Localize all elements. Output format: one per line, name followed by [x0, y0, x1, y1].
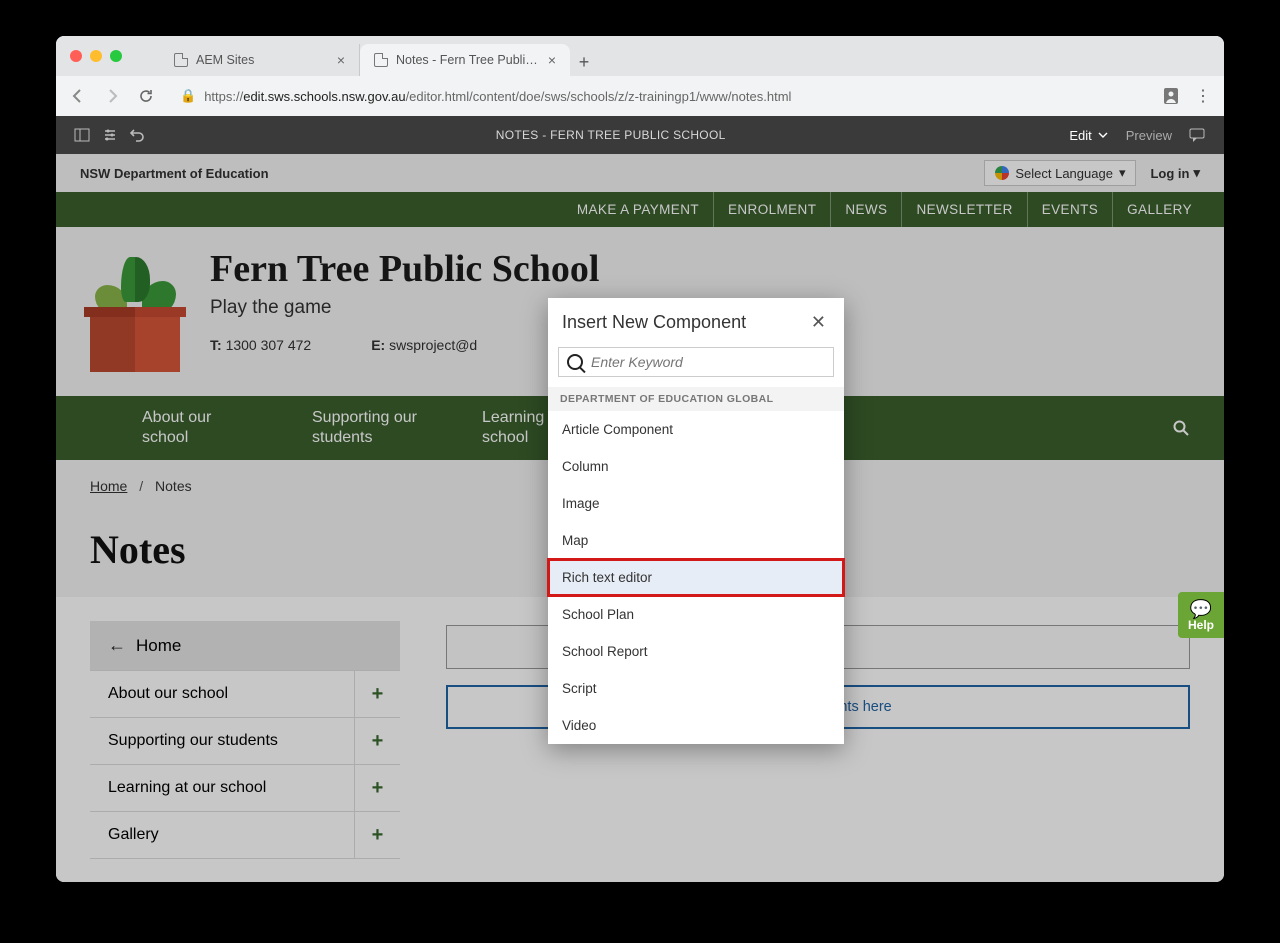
dept-label: NSW Department of Education — [80, 166, 269, 181]
maximize-window-icon[interactable] — [110, 50, 122, 62]
component-option[interactable]: School Report — [548, 633, 844, 670]
hero-text: Fern Tree Public School Play the game T:… — [210, 247, 599, 353]
annotate-icon[interactable] — [1184, 127, 1212, 143]
back-button[interactable] — [66, 84, 90, 108]
main-nav-item[interactable]: About our school — [116, 396, 286, 460]
language-selector[interactable]: Select Language▾ — [984, 160, 1136, 186]
top-nav-item[interactable]: NEWSLETTER — [901, 192, 1026, 227]
minimize-window-icon[interactable] — [90, 50, 102, 62]
tab-label: Notes - Fern Tree Public Schoo — [396, 53, 540, 67]
search-icon — [567, 354, 583, 370]
component-option[interactable]: Rich text editor — [548, 559, 844, 596]
browser-tabs: AEM Sites × Notes - Fern Tree Public Sch… — [160, 36, 598, 76]
edit-mode-dropdown[interactable]: Edit — [1069, 128, 1107, 143]
side-nav-item: Gallery+ — [90, 812, 400, 859]
main-nav-item[interactable]: Supporting our students — [286, 396, 456, 460]
new-tab-button[interactable]: + — [570, 48, 598, 76]
url-text: https://edit.sws.schools.nsw.gov.au/edit… — [204, 89, 791, 104]
component-option[interactable]: Article Component — [548, 411, 844, 448]
expand-icon[interactable]: + — [354, 718, 400, 764]
school-name: Fern Tree Public School — [210, 247, 599, 291]
tab-label: AEM Sites — [196, 53, 329, 67]
school-logo — [90, 257, 180, 372]
component-option[interactable]: Video — [548, 707, 844, 744]
side-nav: Home About our school+ Supporting our st… — [90, 621, 400, 859]
close-tab-icon[interactable]: × — [337, 52, 345, 68]
titlebar: AEM Sites × Notes - Fern Tree Public Sch… — [56, 36, 1224, 76]
kebab-menu-icon[interactable]: ⋮ — [1192, 85, 1214, 107]
close-icon[interactable]: ✕ — [807, 308, 830, 337]
browser-tab[interactable]: AEM Sites × — [160, 44, 360, 76]
side-nav-item: Supporting our students+ — [90, 718, 400, 765]
top-nav-item[interactable]: NEWS — [830, 192, 901, 227]
search-input[interactable] — [591, 354, 825, 370]
close-window-icon[interactable] — [70, 50, 82, 62]
address-bar[interactable]: 🔒 https://edit.sws.schools.nsw.gov.au/ed… — [168, 84, 1150, 108]
aem-page-title: NOTES - FERN TREE PUBLIC SCHOOL — [152, 128, 1069, 142]
expand-icon[interactable]: + — [354, 671, 400, 717]
component-option[interactable]: Column — [548, 448, 844, 485]
top-nav-item[interactable]: EVENTS — [1027, 192, 1112, 227]
expand-icon[interactable]: + — [354, 765, 400, 811]
traffic-lights — [70, 50, 122, 62]
close-tab-icon[interactable]: × — [548, 52, 556, 68]
side-nav-list: About our school+ Supporting our student… — [90, 670, 400, 859]
component-option[interactable]: Image — [548, 485, 844, 522]
help-tab[interactable]: 💬 Help — [1178, 592, 1224, 638]
component-search[interactable] — [558, 347, 834, 377]
breadcrumb-sep: / — [139, 478, 143, 494]
preview-button[interactable]: Preview — [1126, 128, 1172, 143]
login-link[interactable]: Log in▾ — [1150, 165, 1200, 181]
file-icon — [374, 53, 388, 67]
component-option[interactable]: Map — [548, 522, 844, 559]
lock-icon: 🔒 — [180, 88, 196, 104]
modal-title: Insert New Component — [562, 312, 746, 333]
file-icon — [174, 53, 188, 67]
profile-icon[interactable] — [1160, 85, 1182, 107]
phone: T: 1300 307 472 — [210, 337, 311, 353]
address-bar-row: 🔒 https://edit.sws.schools.nsw.gov.au/ed… — [56, 76, 1224, 116]
undo-icon[interactable] — [124, 127, 152, 143]
google-icon — [995, 166, 1009, 180]
utility-bar: NSW Department of Education Select Langu… — [56, 154, 1224, 192]
component-option[interactable]: Script — [548, 670, 844, 707]
top-nav-item[interactable]: GALLERY — [1112, 192, 1206, 227]
top-nav-item[interactable]: ENROLMENT — [713, 192, 830, 227]
search-icon[interactable] — [1172, 419, 1190, 437]
breadcrumb-home[interactable]: Home — [90, 478, 127, 494]
component-group-label: DEPARTMENT OF EDUCATION GLOBAL — [548, 387, 844, 411]
breadcrumb-current: Notes — [155, 478, 192, 494]
school-tagline: Play the game — [210, 297, 599, 319]
chat-icon: 💬 — [1178, 600, 1224, 618]
aem-editor-toolbar: NOTES - FERN TREE PUBLIC SCHOOL Edit Pre… — [56, 116, 1224, 154]
component-option[interactable]: School Plan — [548, 596, 844, 633]
top-nav: MAKE A PAYMENT ENROLMENT NEWS NEWSLETTER… — [56, 192, 1224, 227]
side-nav-item: About our school+ — [90, 671, 400, 718]
email: E: swsproject@d — [371, 337, 477, 353]
side-nav-home[interactable]: Home — [90, 621, 400, 670]
side-panel-icon[interactable] — [68, 127, 96, 143]
browser-window: AEM Sites × Notes - Fern Tree Public Sch… — [56, 36, 1224, 882]
page-properties-icon[interactable] — [96, 127, 124, 143]
insert-component-modal: Insert New Component ✕ DEPARTMENT OF EDU… — [548, 298, 844, 744]
browser-tab[interactable]: Notes - Fern Tree Public Schoo × — [360, 44, 570, 76]
component-list: Article ComponentColumnImageMapRich text… — [548, 411, 844, 744]
side-nav-item: Learning at our school+ — [90, 765, 400, 812]
forward-button[interactable] — [100, 84, 124, 108]
expand-icon[interactable]: + — [354, 812, 400, 858]
top-nav-item[interactable]: MAKE A PAYMENT — [563, 192, 713, 227]
reload-button[interactable] — [134, 84, 158, 108]
